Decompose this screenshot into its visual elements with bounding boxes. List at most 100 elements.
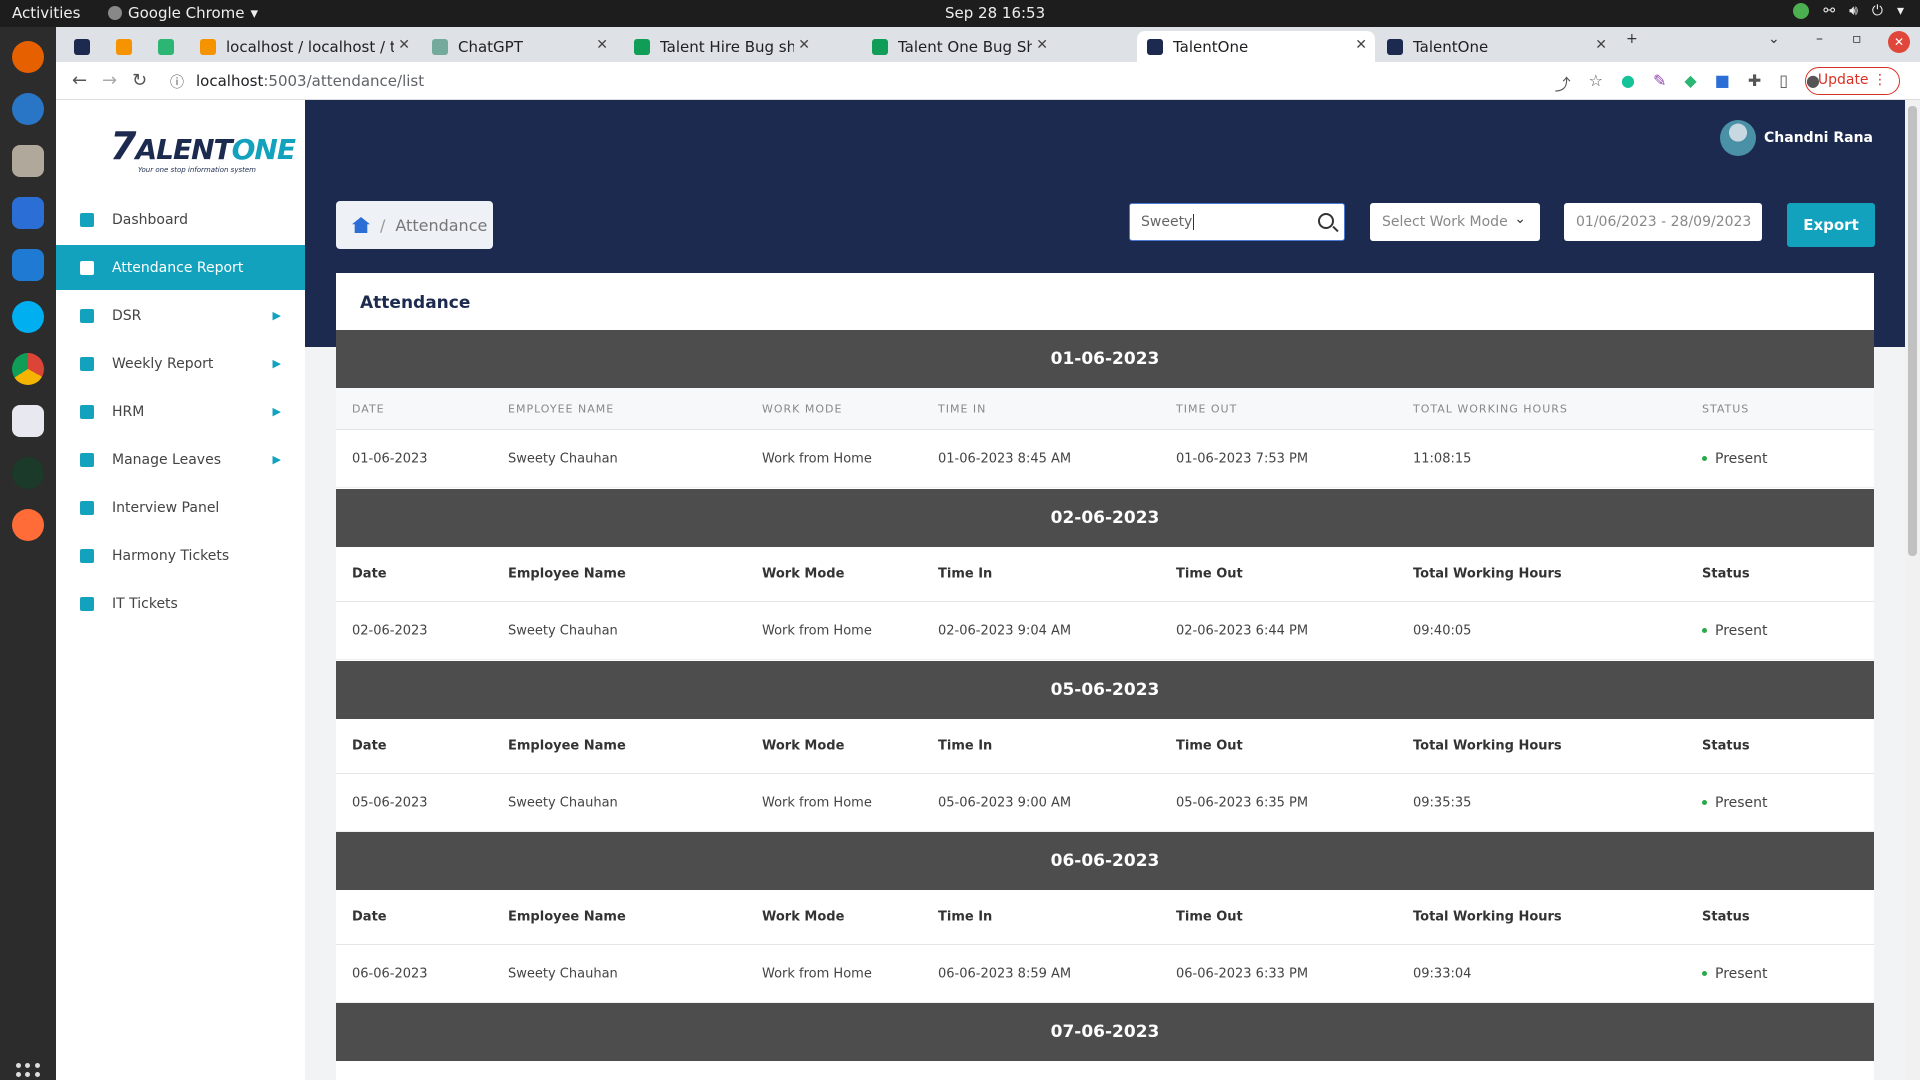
- forward-arrow-icon[interactable]: →: [102, 70, 117, 91]
- sidebar-item-label: Manage Leaves: [112, 451, 221, 468]
- ticket-icon: [80, 596, 94, 611]
- writer-icon[interactable]: [12, 197, 44, 229]
- clock[interactable]: Sep 28 16:53: [945, 4, 1045, 22]
- sidebar-item[interactable]: Weekly Report ▶: [56, 341, 305, 386]
- postman-icon[interactable]: [12, 509, 44, 541]
- vscode-icon[interactable]: [12, 249, 44, 281]
- user-menu[interactable]: Chandni Rana: [1720, 120, 1873, 156]
- share-icon[interactable]: ⤴: [1555, 71, 1571, 95]
- skype-icon[interactable]: [12, 301, 44, 333]
- activities-button[interactable]: Activities: [12, 4, 80, 22]
- sidebar-item-label: Dashboard: [112, 211, 188, 228]
- sidebar-item-label: Harmony Tickets: [112, 547, 230, 564]
- date-group: 02-06-2023 Date Employee Name Work Mode Time…: [336, 489, 1874, 660]
- browser-tab[interactable]: TalentOne ✕: [1377, 31, 1615, 62]
- reload-icon[interactable]: ↻: [132, 70, 147, 91]
- firefox-icon[interactable]: [12, 41, 44, 73]
- caret-right-icon[interactable]: ▶: [273, 309, 281, 322]
- table-cell: Work from Home: [762, 451, 872, 466]
- close-tab-icon[interactable]: ✕: [1355, 37, 1367, 53]
- bookmark-star-icon[interactable]: ☆: [1589, 71, 1603, 95]
- show-apps-icon[interactable]: [16, 1063, 40, 1080]
- table-cell: 09:33:04: [1413, 966, 1472, 981]
- close-tab-icon[interactable]: ✕: [1036, 37, 1048, 53]
- side-panel-icon[interactable]: ▯: [1779, 71, 1788, 95]
- close-window-icon[interactable]: ✕: [1888, 31, 1910, 53]
- scrollbar-thumb[interactable]: [1908, 106, 1917, 556]
- dock: [0, 27, 56, 1080]
- export-button[interactable]: Export: [1787, 203, 1875, 247]
- table-cell: 02-06-2023 6:44 PM: [1176, 623, 1309, 638]
- sidebar-item[interactable]: Dashboard: [56, 197, 305, 242]
- close-tab-icon[interactable]: ✕: [398, 37, 410, 53]
- date-group-header: 02-06-2023: [336, 489, 1874, 547]
- power-icon: ⏻: [1871, 3, 1883, 19]
- date-range-input[interactable]: 01/06/2023 - 28/09/2023: [1564, 203, 1762, 241]
- caret-right-icon[interactable]: ▶: [273, 453, 281, 466]
- update-label: Update: [1817, 72, 1869, 88]
- close-tab-icon[interactable]: ✕: [1595, 37, 1607, 53]
- sidebar-item[interactable]: Harmony Tickets: [56, 533, 305, 578]
- talentone-logo[interactable]: 7ALENTONE Your one stop information syst…: [110, 124, 296, 174]
- table-row: 05-06-2023 Sweety Chauhan Work from Home 05…: [336, 774, 1874, 832]
- thunderbird-icon[interactable]: [12, 93, 44, 125]
- browser-tab[interactable]: Talent One Bug Sheet - Go✕: [862, 31, 1056, 62]
- grammarly-icon[interactable]: ●: [1621, 71, 1635, 95]
- date-group: 06-06-2023 Date Employee Name Work Mode Time…: [336, 832, 1874, 1003]
- extension-icon[interactable]: ◆: [1684, 71, 1696, 95]
- tab-favicon-icon: [200, 38, 216, 55]
- close-tab-icon[interactable]: ✕: [596, 37, 608, 53]
- page-scrollbar[interactable]: [1905, 100, 1920, 1080]
- new-tab-icon[interactable]: +: [1626, 31, 1638, 47]
- home-icon[interactable]: [352, 217, 370, 233]
- date-group: 01-06-2023 DATE EMPLOYEE NAME WORK MODE TIME…: [336, 330, 1874, 488]
- table-cell: Work from Home: [762, 966, 872, 981]
- status-dot-icon: [1702, 971, 1707, 976]
- caret-right-icon[interactable]: ▶: [273, 405, 281, 418]
- status-dot-icon: [1702, 800, 1707, 805]
- browser-tab[interactable]: ChatGPT ✕: [422, 31, 616, 62]
- mongodb-icon[interactable]: [12, 457, 44, 489]
- browser-tab[interactable]: [148, 31, 188, 62]
- browser-tab[interactable]: [64, 31, 104, 62]
- table-cell: 06-06-2023 6:33 PM: [1176, 966, 1309, 981]
- minimize-icon[interactable]: –: [1816, 31, 1823, 47]
- system-tray[interactable]: ⚯ 🔊︎ ⏻ ▾: [1793, 3, 1904, 19]
- tab-search-icon[interactable]: ⌄: [1768, 31, 1780, 47]
- browser-tab[interactable]: [106, 31, 146, 62]
- caret-down-icon: ▾: [1896, 3, 1904, 19]
- sidebar-item[interactable]: Manage Leaves ▶: [56, 437, 305, 482]
- browser-tab[interactable]: Talent Hire Bug sheet - Go✕: [624, 31, 818, 62]
- column-header: Time In: [938, 738, 993, 754]
- browser-tab[interactable]: TalentOne ✕: [1137, 31, 1375, 62]
- document-icon: [80, 356, 94, 371]
- translate-extension-icon[interactable]: ■: [1715, 71, 1730, 95]
- restore-icon[interactable]: ▫: [1852, 31, 1862, 47]
- sidebar-item[interactable]: HRM ▶: [56, 389, 305, 434]
- files-icon[interactable]: [12, 145, 44, 177]
- sidebar-item[interactable]: Interview Panel: [56, 485, 305, 530]
- chrome-update-button[interactable]: Update ⋮: [1804, 67, 1900, 95]
- app-menu[interactable]: Google Chrome ▾: [108, 4, 258, 22]
- caret-right-icon[interactable]: ▶: [273, 357, 281, 370]
- puzzle-extensions-icon[interactable]: ✚: [1748, 71, 1761, 95]
- sidebar-item-label: Attendance Report: [112, 259, 244, 276]
- column-header-row: Date Employee Name Work Mode Time In Time Ou…: [336, 719, 1874, 774]
- sidebar-item[interactable]: Attendance Report: [56, 245, 305, 290]
- browser-tab[interactable]: localhost / localhost / tale✕: [190, 31, 418, 62]
- sidebar-item[interactable]: DSR ▶: [56, 293, 305, 338]
- column-header-row: Date Employee Name Work Mode Time In Time Ou…: [336, 890, 1874, 945]
- work-mode-select[interactable]: Select Work Mode ⌄: [1370, 203, 1540, 241]
- sidebar-item[interactable]: IT Tickets: [56, 581, 305, 626]
- text-editor-icon[interactable]: [12, 405, 44, 437]
- column-header-row: DATE EMPLOYEE NAME WORK MODE TIME IN TIME OU…: [336, 388, 1874, 430]
- chrome-icon[interactable]: [12, 353, 44, 385]
- pen-extension-icon[interactable]: ✎: [1653, 71, 1666, 95]
- search-icon[interactable]: [1318, 213, 1334, 229]
- close-tab-icon[interactable]: ✕: [798, 37, 810, 53]
- table-cell: 06-06-2023 8:59 AM: [938, 966, 1072, 981]
- site-info-icon[interactable]: ⓘ: [170, 72, 184, 92]
- back-arrow-icon[interactable]: ←: [72, 70, 87, 91]
- url-field[interactable]: localhost:5003/attendance/list: [196, 72, 424, 90]
- search-input[interactable]: Sweety: [1129, 203, 1345, 241]
